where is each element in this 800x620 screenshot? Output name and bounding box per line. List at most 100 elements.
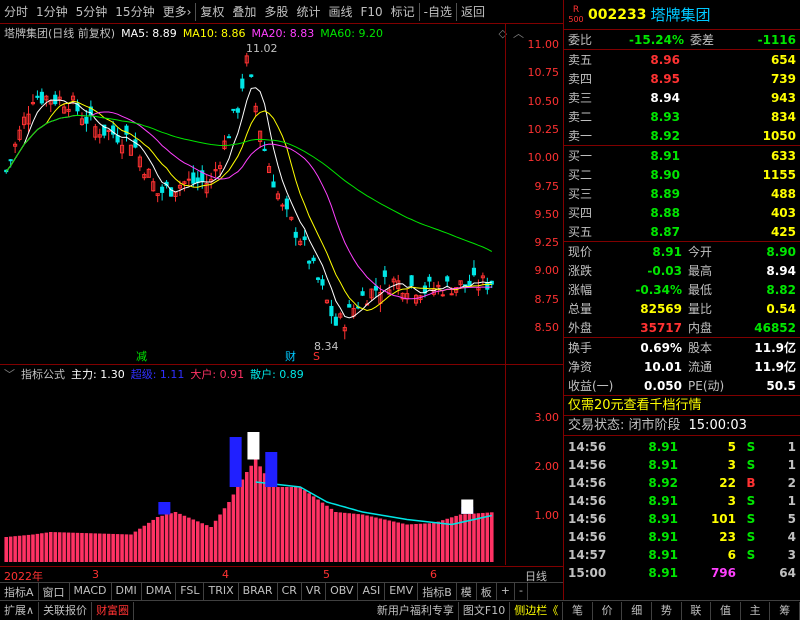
toolbar-item-6[interactable]: 叠加	[228, 1, 260, 23]
tab-12[interactable]: EMV	[385, 583, 419, 600]
candle-body	[347, 304, 352, 308]
side-tab-7[interactable]: 筹	[770, 601, 800, 620]
asks-row[interactable]: 卖四 8.95 739	[564, 69, 800, 88]
tick-price: 8.91	[648, 512, 678, 526]
asks-row[interactable]: 卖二 8.93 834	[564, 107, 800, 126]
side-tab-0[interactable]: 笔	[563, 601, 593, 620]
tick-side: S	[746, 548, 756, 562]
tab-13[interactable]: 指标B	[418, 583, 457, 600]
toolbar-item-11[interactable]: 标记	[387, 1, 419, 23]
candle-body	[8, 159, 13, 162]
toolbar-item-9[interactable]: 画线	[324, 1, 356, 23]
side-tab-3[interactable]: 势	[652, 601, 682, 620]
side-tab-4[interactable]: 联	[682, 601, 712, 620]
bottom-right-2[interactable]: 侧边栏《	[510, 601, 564, 620]
indicator-bar	[115, 534, 120, 562]
indicator-name[interactable]: 指标公式	[21, 366, 65, 382]
quote-value: -0.03	[647, 263, 682, 278]
trade-time: 15:00:03	[688, 418, 747, 433]
tab-6[interactable]: TRIX	[204, 583, 239, 600]
indicator-bar	[240, 479, 245, 562]
bids-row[interactable]: 买一 8.91 633	[564, 146, 800, 165]
indicator-bar	[195, 521, 200, 562]
toolbar-item-1[interactable]: 1分钟	[32, 1, 72, 23]
promo-row[interactable]: 仅需20元查看千档行情	[564, 396, 800, 416]
indicator-bar	[31, 534, 35, 562]
indicator-bar	[334, 512, 338, 562]
toolbar-item-10[interactable]: F10	[356, 1, 386, 23]
tick-count: 64	[779, 566, 796, 580]
tab-11[interactable]: ASI	[358, 583, 386, 600]
bottom-left-1[interactable]: 关联报价	[39, 601, 93, 620]
toolbar-item-2[interactable]: 5分钟	[72, 1, 112, 23]
tick-time: 14:57	[568, 548, 607, 562]
tab-16[interactable]: +	[497, 583, 515, 600]
bids-row[interactable]: 买五 8.87 425	[564, 222, 800, 241]
tab-9[interactable]: VR	[302, 583, 327, 600]
indicator-tick: 2.00	[534, 460, 560, 473]
indicator-chevron-icon[interactable]: ﹀	[4, 366, 15, 382]
toolbar-item-13[interactable]: 返回	[457, 1, 489, 23]
indicator-bar	[66, 532, 71, 562]
toolbar-item-5[interactable]: 复权	[196, 1, 228, 23]
side-tab-1[interactable]: 价	[593, 601, 623, 620]
asks-row[interactable]: 卖一 8.92 1050	[564, 126, 800, 145]
asks-row[interactable]: 卖五 8.96 654	[564, 50, 800, 69]
bottom-left-2[interactable]: 财富圈	[92, 601, 135, 620]
tick-count: 3	[787, 548, 796, 562]
indicator-chart[interactable]	[0, 382, 505, 566]
tab-17[interactable]: -	[515, 583, 528, 600]
bottom-right-0[interactable]: 新用户福利专享	[373, 601, 459, 620]
tab-10[interactable]: OBV	[326, 583, 359, 600]
bids-row[interactable]: 买二 8.90 1155	[564, 165, 800, 184]
price-tick: 10.25	[527, 122, 560, 136]
side-tab-6[interactable]: 主	[741, 601, 771, 620]
tab-1[interactable]: 窗口	[39, 583, 70, 600]
indicator-bar	[111, 533, 115, 562]
tab-15[interactable]: 板	[477, 583, 497, 600]
tab-0[interactable]: 指标A	[0, 583, 39, 600]
asks-row[interactable]: 卖三 8.94 943	[564, 88, 800, 107]
kline-chart[interactable]: 11.028.34减财 S	[0, 40, 505, 364]
indicator-bar	[164, 514, 169, 562]
tab-8[interactable]: CR	[278, 583, 302, 600]
tick-row: 14:56 8.91 3 S 1	[564, 492, 800, 510]
tab-2[interactable]: MACD	[70, 583, 112, 600]
bids-row[interactable]: 买四 8.88 403	[564, 203, 800, 222]
quote-row: 涨跌 -0.03 最高 8.94	[564, 261, 800, 280]
promo-text[interactable]: 仅需20元查看千档行情	[568, 398, 702, 413]
bids-row[interactable]: 买三 8.89 488	[564, 184, 800, 203]
bid-book: 买一 8.91 633 买二 8.90 1155 买三 8.89 488 买四 8.88 403 买五 8…	[564, 146, 800, 242]
tab-7[interactable]: BRAR	[239, 583, 278, 600]
bottom-right-1[interactable]: 图文F10	[459, 601, 511, 620]
indicator-bar	[236, 487, 240, 562]
indicator-bar	[400, 523, 405, 562]
weibi-row: 委比 -15.24% 委差 -1116	[564, 30, 800, 50]
indicator-bar	[62, 532, 66, 562]
toolbar-item-4[interactable]: 更多›	[159, 1, 196, 23]
trade-status-row: 交易状态: 闭市阶段 15:00:03	[564, 416, 800, 436]
price-tick: 9.00	[534, 264, 560, 278]
tick-row: 14:56 8.92 22 B 2	[564, 474, 800, 492]
tick-count: 1	[787, 494, 796, 508]
toolbar-item-3[interactable]: 15分钟	[111, 1, 158, 23]
tab-4[interactable]: DMA	[142, 583, 177, 600]
asks-label: 卖二	[568, 110, 593, 124]
tab-5[interactable]: FSL	[176, 583, 205, 600]
toolbar-item-8[interactable]: 统计	[292, 1, 324, 23]
ma10-label: MA10: 8.86	[182, 26, 246, 40]
tab-14[interactable]: 模	[457, 583, 477, 600]
bottom-left-0[interactable]: 扩展∧	[0, 601, 40, 620]
indicator-bar	[57, 532, 62, 562]
tab-3[interactable]: DMI	[112, 583, 142, 600]
side-tab-2[interactable]: 细	[622, 601, 653, 620]
asks-volume: 943	[770, 90, 796, 105]
quote-row: 外盘 35717 内盘 46852	[564, 318, 800, 337]
indicator-chaoji: 超级: 1.11	[130, 368, 185, 381]
side-tab-5[interactable]: 值	[711, 601, 741, 620]
toolbar-item-7[interactable]: 多股	[260, 1, 292, 23]
toolbar-item-0[interactable]: 分时	[0, 1, 32, 23]
indicator-bar	[17, 535, 22, 562]
toolbar-item-12[interactable]: -自选	[420, 1, 456, 23]
tick-list[interactable]: 14:56 8.91 5 S 1 14:56 8.91 3 S 1 14:56 8.92 22 B 2 14:…	[564, 436, 800, 582]
